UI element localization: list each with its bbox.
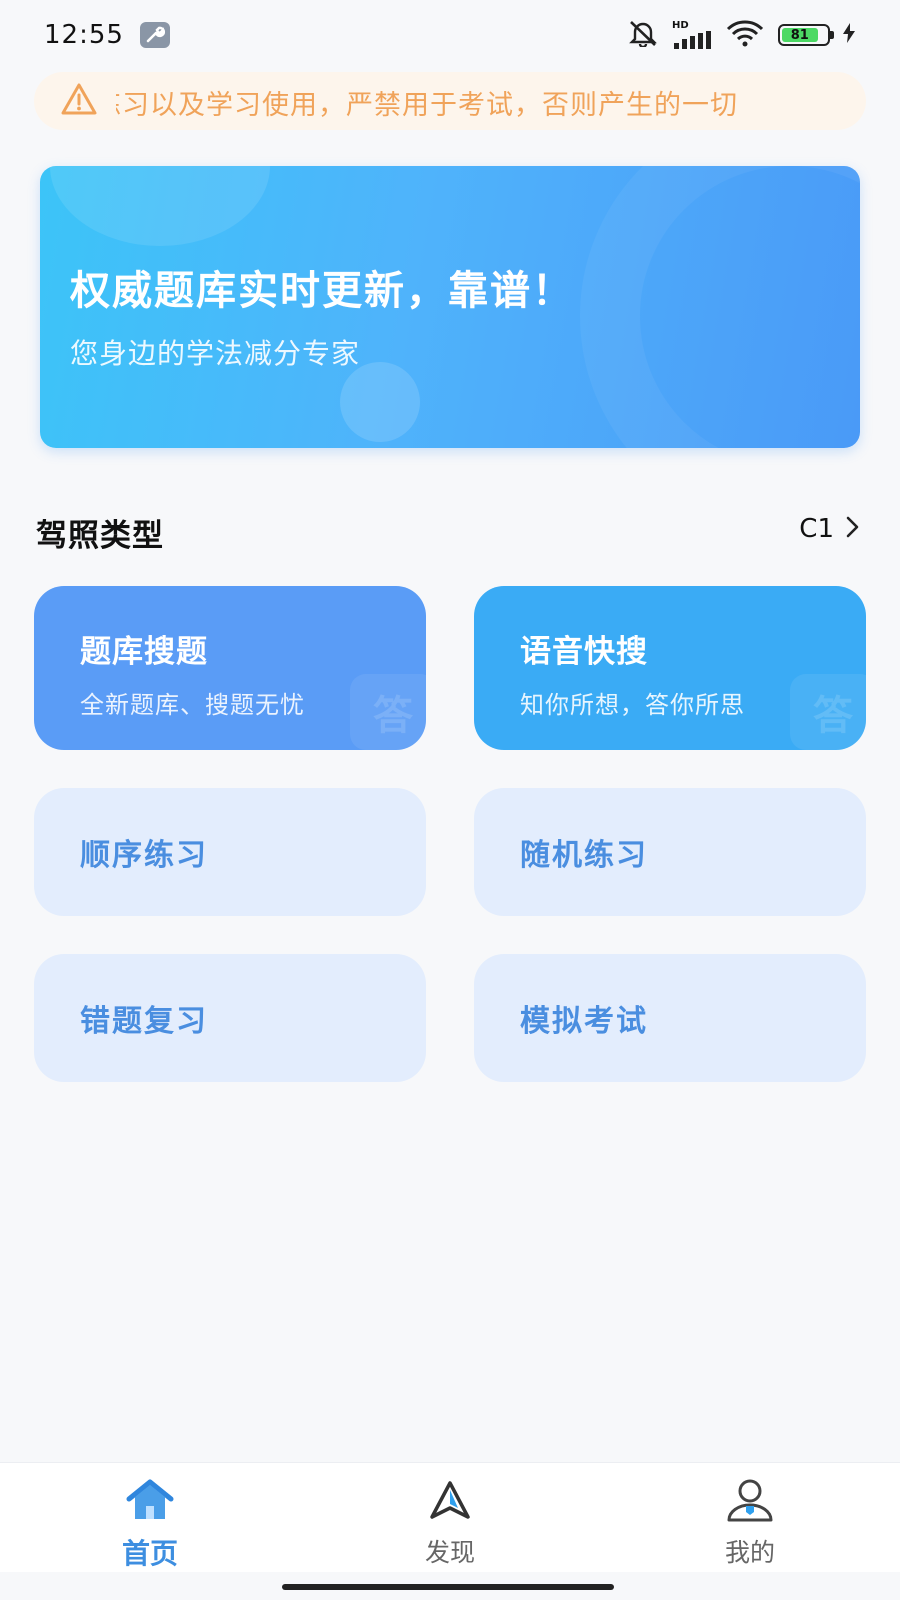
discover-icon bbox=[422, 1475, 478, 1525]
wifi-icon bbox=[726, 19, 764, 51]
battery-level: 81 bbox=[782, 28, 818, 43]
practice-label: 随机练习 bbox=[520, 838, 648, 873]
license-section-title: 驾照类型 bbox=[36, 518, 164, 554]
banner-decoration bbox=[340, 362, 420, 442]
notice-text: 练习以及学习使用，严禁用于考试，否则产生的一切 bbox=[116, 90, 738, 121]
bottom-nav: 首页 发现 我的 bbox=[0, 1462, 900, 1572]
feature-title: 语音快搜 bbox=[520, 634, 648, 670]
answer-badge-text: 答 bbox=[813, 693, 853, 739]
license-value: C1 bbox=[799, 514, 834, 544]
answer-badge-icon: 答 bbox=[790, 674, 866, 750]
notice-marquee[interactable]: 练习以及学习使用，严禁用于考试，否则产生的一切 bbox=[34, 72, 866, 130]
warning-icon bbox=[60, 82, 98, 120]
home-icon bbox=[122, 1475, 178, 1524]
signal-icon: HD bbox=[672, 21, 712, 49]
nav-item-home[interactable]: 首页 bbox=[0, 1463, 300, 1572]
practice-label: 错题复习 bbox=[80, 1004, 208, 1039]
practice-label: 模拟考试 bbox=[520, 1004, 648, 1039]
question-search-card[interactable]: 题库搜题 全新题库、搜题无忧 答 bbox=[34, 586, 426, 750]
status-time: 12:55 bbox=[44, 20, 124, 50]
bell-muted-icon bbox=[628, 19, 658, 51]
wrench-icon bbox=[139, 22, 170, 48]
sequential-practice-button[interactable]: 顺序练习 bbox=[34, 788, 426, 916]
nav-item-profile[interactable]: 我的 bbox=[600, 1463, 900, 1572]
network-label: HD bbox=[672, 20, 689, 31]
battery-icon: 81 bbox=[778, 24, 834, 46]
banner-decoration bbox=[50, 166, 270, 246]
nav-label: 首页 bbox=[121, 1537, 178, 1570]
feature-subtitle: 全新题库、搜题无忧 bbox=[80, 691, 305, 719]
answer-badge-icon: 答 bbox=[350, 674, 426, 750]
banner-title: 权威题库实时更新，靠谱！ bbox=[70, 268, 574, 314]
chevron-right-icon bbox=[846, 516, 860, 542]
banner-subtitle: 您身边的学法减分专家 bbox=[70, 337, 361, 370]
status-icons: HD 81 bbox=[628, 19, 856, 51]
banner-decoration bbox=[580, 166, 860, 448]
nav-item-discover[interactable]: 发现 bbox=[300, 1463, 600, 1572]
home-indicator[interactable] bbox=[282, 1584, 614, 1590]
practice-label: 顺序练习 bbox=[80, 838, 208, 873]
notice-text-clip: 练习以及学习使用，严禁用于考试，否则产生的一切 bbox=[116, 81, 866, 121]
nav-label: 我的 bbox=[724, 1538, 775, 1567]
answer-badge-text: 答 bbox=[373, 693, 413, 739]
status-bar: 12:55 HD 81 bbox=[0, 0, 900, 70]
promo-banner[interactable]: 权威题库实时更新，靠谱！ 您身边的学法减分专家 bbox=[40, 166, 860, 448]
charging-icon bbox=[842, 23, 856, 47]
voice-search-card[interactable]: 语音快搜 知你所想，答你所思 答 bbox=[474, 586, 866, 750]
nav-label: 发现 bbox=[424, 1538, 475, 1567]
battery-group: 81 bbox=[778, 23, 856, 47]
license-type-selector[interactable]: C1 bbox=[799, 514, 860, 544]
feature-subtitle: 知你所想，答你所思 bbox=[520, 691, 745, 719]
feature-title: 题库搜题 bbox=[80, 634, 208, 670]
random-practice-button[interactable]: 随机练习 bbox=[474, 788, 866, 916]
profile-icon bbox=[722, 1475, 778, 1525]
wrong-questions-review-button[interactable]: 错题复习 bbox=[34, 954, 426, 1082]
mock-exam-button[interactable]: 模拟考试 bbox=[474, 954, 866, 1082]
